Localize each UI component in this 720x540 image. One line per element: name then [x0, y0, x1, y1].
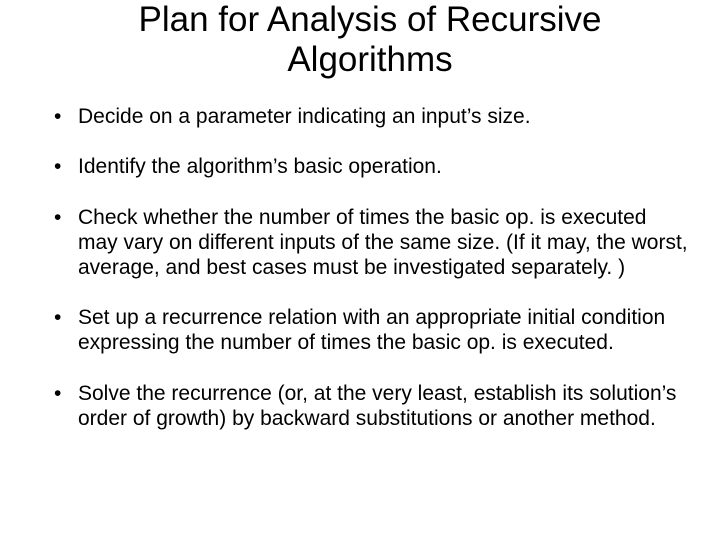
list-item: Check whether the number of times the ba…	[50, 206, 690, 280]
slide-title: Plan for Analysis of Recursive Algorithm…	[90, 0, 650, 81]
slide: Plan for Analysis of Recursive Algorithm…	[0, 0, 720, 540]
bullet-list: Decide on a parameter indicating an inpu…	[50, 105, 690, 432]
list-item: Decide on a parameter indicating an inpu…	[50, 105, 690, 130]
list-item: Set up a recurrence relation with an app…	[50, 306, 690, 356]
list-item: Solve the recurrence (or, at the very le…	[50, 382, 690, 432]
list-item: Identify the algorithm’s basic operation…	[50, 155, 690, 180]
